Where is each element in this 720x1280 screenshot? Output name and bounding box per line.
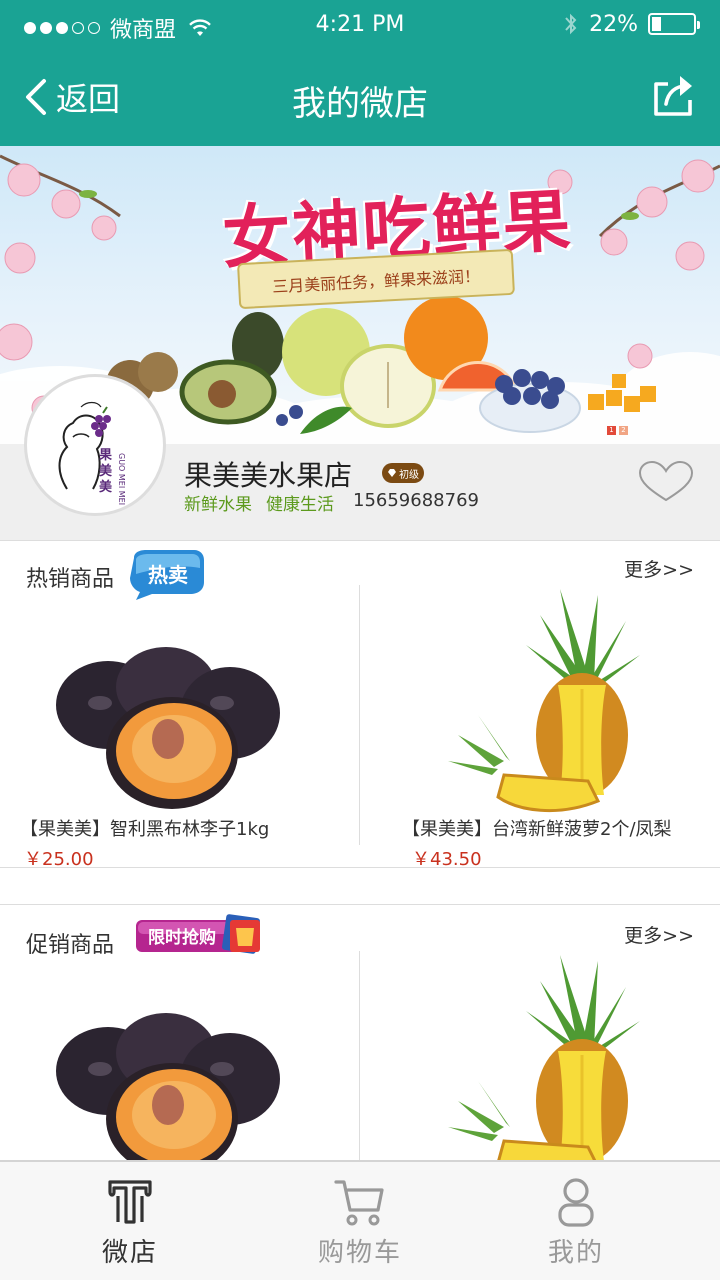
logo-text: 果 <box>98 448 112 463</box>
tab-label: 微店 <box>101 1238 158 1268</box>
shop-name: 果美美水果店 <box>184 459 353 492</box>
promo-products-section: 促销商品 更多>> <box>0 904 720 1175</box>
level-badge: 初级 <box>382 463 424 483</box>
logo-text: 美 <box>99 479 113 495</box>
bottom-tab-bar: 微店 购物车 我的 <box>0 1160 720 1280</box>
logo-pinyin: GUO MEI MEI <box>117 453 126 505</box>
page-title: 我的微店 <box>292 84 428 124</box>
tab-label: 我的 <box>547 1238 604 1268</box>
shop-tag: 新鲜水果 <box>184 495 252 515</box>
hot-tag-label: 热卖 <box>148 563 188 587</box>
nav-bar: 返回 我的微店 <box>0 50 720 146</box>
logo-text: 美 <box>99 463 113 479</box>
tab-label: 购物车 <box>317 1238 402 1268</box>
shop-logo-image: 果 美 美 GUO MEI MEI <box>58 401 126 505</box>
app-header: 微商盟 4:21 PM 22% 返回 我的微店 <box>0 0 720 146</box>
pager-dot[interactable]: 2 <box>619 426 628 435</box>
hot-sale-tag: 热卖 <box>130 550 204 600</box>
product-price: ￥43.50 <box>412 849 482 870</box>
shop-icon <box>108 1180 152 1224</box>
more-link[interactable]: 更多>> <box>624 555 694 582</box>
pineapple-image <box>448 955 640 1161</box>
product-card[interactable]: 【果美美】智利黑布林李子1kg ￥25.00 <box>0 585 359 870</box>
flash-sale-tag: 限时抢购 <box>136 914 260 954</box>
pineapple-image <box>448 589 640 812</box>
status-right: 22% <box>563 11 700 37</box>
shop-logo: 果 美 美 GUO MEI MEI <box>24 374 166 516</box>
banner-pager: 1 2 <box>607 426 628 435</box>
product-card[interactable]: 【果美美】台湾新鲜菠萝2个/凤梨 ￥43.50 <box>360 585 720 870</box>
cart-icon <box>334 1180 384 1226</box>
battery-percent: 22% <box>589 11 638 37</box>
share-icon[interactable] <box>650 72 696 118</box>
sale-tag-label: 限时抢购 <box>148 927 216 948</box>
product-name: 【果美美】智利黑布林李子1kg <box>20 819 270 840</box>
diamond-icon <box>388 469 396 477</box>
product-card[interactable] <box>360 951 720 1161</box>
battery-icon <box>648 13 700 35</box>
tab-cart[interactable]: 购物车 <box>240 1162 480 1280</box>
product-card[interactable] <box>0 951 359 1175</box>
heart-outline-icon[interactable] <box>636 460 696 504</box>
shop-tag: 健康生活 <box>266 495 334 515</box>
bluetooth-icon <box>565 13 577 35</box>
product-name: 【果美美】台湾新鲜菠萝2个/凤梨 <box>402 819 672 840</box>
level-badge-label: 初级 <box>399 469 419 481</box>
person-icon <box>558 1178 594 1227</box>
tab-me[interactable]: 我的 <box>456 1162 696 1280</box>
product-price: ￥25.00 <box>24 849 94 870</box>
pager-dot[interactable]: 1 <box>607 426 616 435</box>
status-bar: 微商盟 4:21 PM 22% <box>0 0 720 50</box>
hot-products-section: 热销商品 更多>> 【果美美】智利黑布林李子1kg ￥25.00 【果美美】台湾… <box>0 540 720 870</box>
tab-shop[interactable]: 微店 <box>10 1162 250 1280</box>
shop-phone[interactable]: 15659688769 <box>353 490 479 511</box>
plum-image <box>56 647 280 809</box>
more-link[interactable]: 更多>> <box>624 921 694 948</box>
